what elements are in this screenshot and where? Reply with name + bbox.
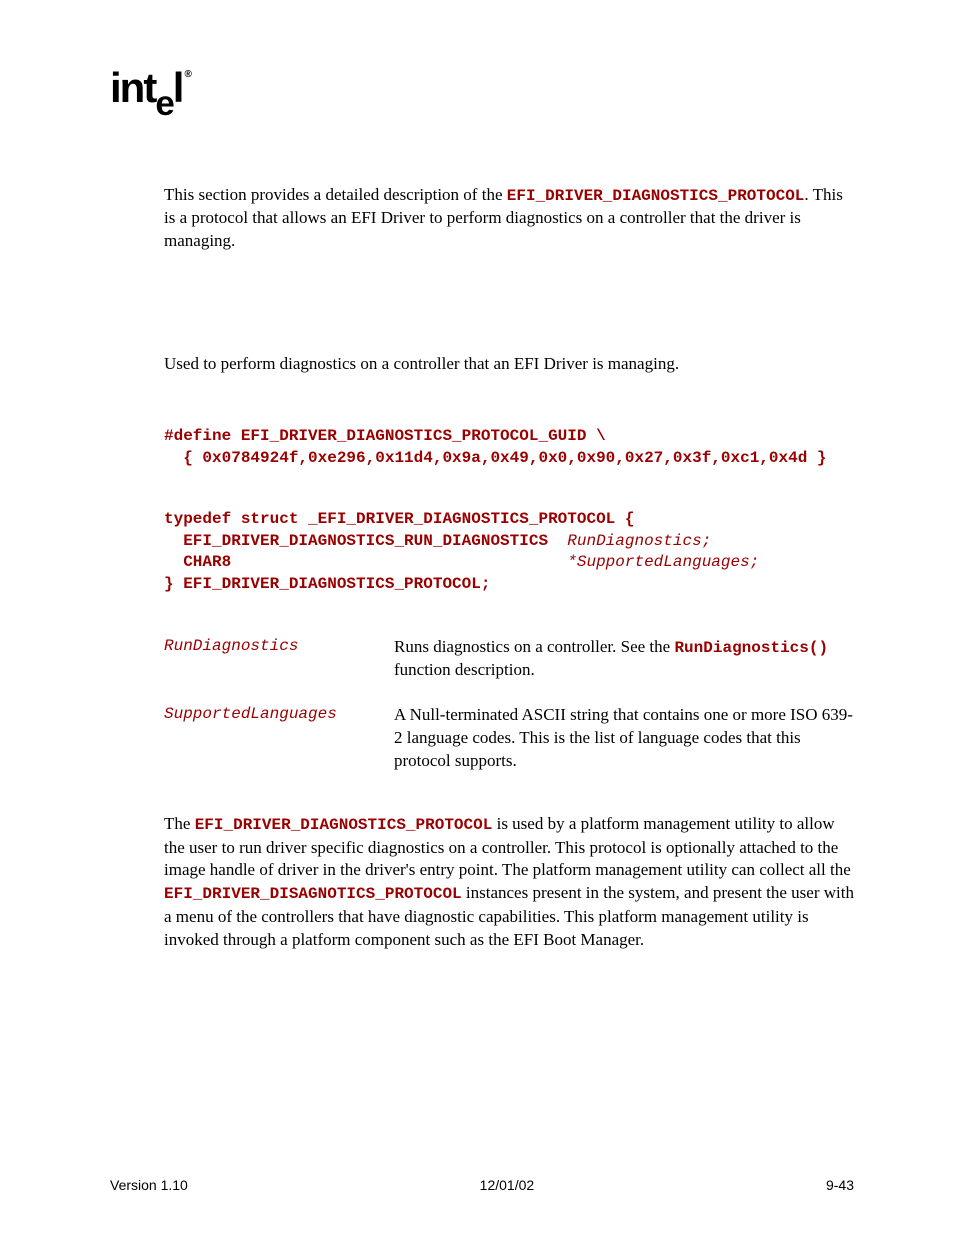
param-desc-code: RunDiagnostics() — [674, 639, 828, 657]
code-line: } EFI_DRIVER_DIAGNOSTICS_PROTOCOL; — [164, 575, 490, 593]
footer-version: Version 1.10 — [110, 1176, 188, 1195]
summary-paragraph: Used to perform diagnostics on a control… — [164, 353, 854, 376]
desc-code: EFI_DRIVER_DISAGNOTICS_PROTOCOL — [164, 885, 462, 903]
intro-pre: This section provides a detailed descrip… — [164, 185, 507, 204]
desc-text: The — [164, 814, 195, 833]
code-param: *SupportedLanguages; — [567, 553, 759, 571]
footer-date: 12/01/02 — [480, 1176, 535, 1195]
code-line: typedef struct _EFI_DRIVER_DIAGNOSTICS_P… — [164, 510, 634, 528]
param-name: SupportedLanguages — [164, 704, 394, 773]
guid-define: #define EFI_DRIVER_DIAGNOSTICS_PROTOCOL_… — [164, 426, 854, 469]
code-line: { 0x0784924f,0xe296,0x11d4,0x9a,0x49,0x0… — [164, 449, 827, 467]
desc-code: EFI_DRIVER_DIAGNOSTICS_PROTOCOL — [195, 816, 493, 834]
footer-page: 9-43 — [826, 1176, 854, 1195]
code-param: RunDiagnostics; — [567, 532, 711, 550]
param-row: SupportedLanguages A Null-terminated ASC… — [164, 704, 854, 773]
param-desc: Runs diagnostics on a controller. See th… — [394, 636, 854, 683]
param-desc-text: function description. — [394, 660, 535, 679]
param-desc-text: A Null-terminated ASCII string that cont… — [394, 705, 853, 770]
param-desc: A Null-terminated ASCII string that cont… — [394, 704, 854, 773]
intel-logo: intel® — [110, 60, 854, 124]
code-line: #define EFI_DRIVER_DIAGNOSTICS_PROTOCOL_… — [164, 427, 606, 445]
param-name: RunDiagnostics — [164, 636, 394, 683]
code-line: EFI_DRIVER_DIAGNOSTICS_RUN_DIAGNOSTICS — [164, 532, 567, 550]
param-desc-text: Runs diagnostics on a controller. See th… — [394, 637, 674, 656]
intro-paragraph: This section provides a detailed descrip… — [164, 184, 854, 253]
description-paragraph: The EFI_DRIVER_DIAGNOSTICS_PROTOCOL is u… — [164, 813, 854, 952]
page-footer: Version 1.10 12/01/02 9-43 — [110, 1176, 854, 1195]
intro-code: EFI_DRIVER_DIAGNOSTICS_PROTOCOL — [507, 187, 805, 205]
struct-def: typedef struct _EFI_DRIVER_DIAGNOSTICS_P… — [164, 509, 854, 595]
parameters: RunDiagnostics Runs diagnostics on a con… — [164, 636, 854, 773]
code-line: CHAR8 — [164, 553, 567, 571]
param-row: RunDiagnostics Runs diagnostics on a con… — [164, 636, 854, 683]
